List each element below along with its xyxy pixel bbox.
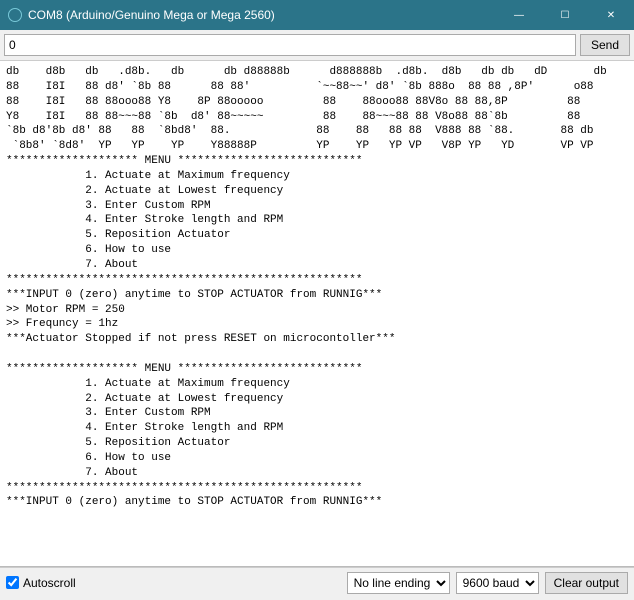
close-button[interactable]: ✕: [588, 0, 634, 30]
window-controls: — ☐ ✕: [496, 0, 634, 30]
baud-select[interactable]: 9600 baud: [456, 572, 539, 594]
input-row: Send: [0, 30, 634, 61]
app-icon: [8, 8, 22, 22]
maximize-button[interactable]: ☐: [542, 0, 588, 30]
line-ending-select[interactable]: No line ending: [347, 572, 450, 594]
autoscroll-label: Autoscroll: [23, 576, 76, 590]
window-title: COM8 (Arduino/Genuino Mega or Mega 2560): [28, 8, 496, 22]
minimize-button[interactable]: —: [496, 0, 542, 30]
bottom-bar: Autoscroll No line ending 9600 baud Clea…: [0, 567, 634, 597]
autoscroll-label-wrap[interactable]: Autoscroll: [6, 576, 76, 590]
autoscroll-checkbox[interactable]: [6, 576, 19, 589]
clear-output-button[interactable]: Clear output: [545, 572, 628, 594]
serial-console: db d8b db .d8b. db db d88888b d888888b .…: [0, 61, 634, 566]
titlebar: COM8 (Arduino/Genuino Mega or Mega 2560)…: [0, 0, 634, 30]
send-button[interactable]: Send: [580, 34, 630, 56]
serial-input[interactable]: [4, 34, 576, 56]
